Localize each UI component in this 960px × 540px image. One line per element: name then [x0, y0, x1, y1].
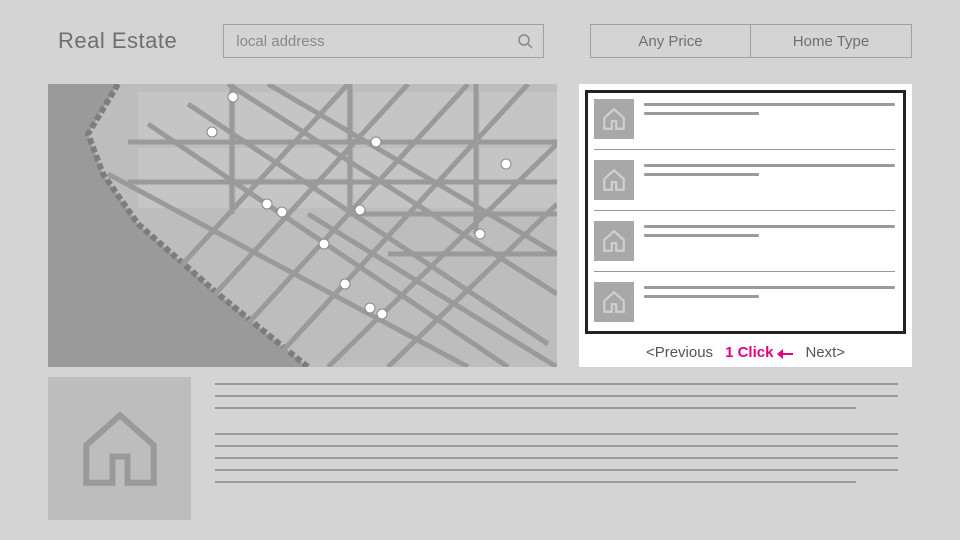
list-item[interactable]	[594, 282, 895, 322]
list-item[interactable]	[594, 221, 895, 261]
home-type-filter[interactable]: Home Type	[751, 24, 912, 58]
house-icon	[594, 160, 634, 200]
click-annotation: 1 Click	[725, 344, 793, 361]
arrow-left-icon	[777, 346, 793, 360]
list-item[interactable]	[594, 99, 895, 139]
list-item[interactable]	[594, 160, 895, 200]
list-item-text	[644, 160, 895, 182]
previous-button[interactable]: <Previous	[646, 344, 713, 361]
next-button[interactable]: Next>	[805, 344, 845, 361]
detail-text	[215, 377, 912, 520]
detail-panel	[48, 377, 912, 520]
detail-house-icon	[48, 377, 191, 520]
house-icon	[594, 221, 634, 261]
house-icon	[594, 99, 634, 139]
search-input[interactable]	[224, 25, 543, 57]
list-item-text	[644, 282, 895, 304]
search-box[interactable]	[223, 24, 544, 58]
map-view[interactable]	[48, 84, 557, 367]
house-icon	[594, 282, 634, 322]
brand-title: Real Estate	[58, 28, 177, 54]
price-filter[interactable]: Any Price	[590, 24, 751, 58]
pagination: <Previous 1 Click Next>	[585, 334, 906, 361]
list-item-text	[644, 221, 895, 243]
listing-panel[interactable]	[585, 90, 906, 334]
list-item-text	[644, 99, 895, 121]
